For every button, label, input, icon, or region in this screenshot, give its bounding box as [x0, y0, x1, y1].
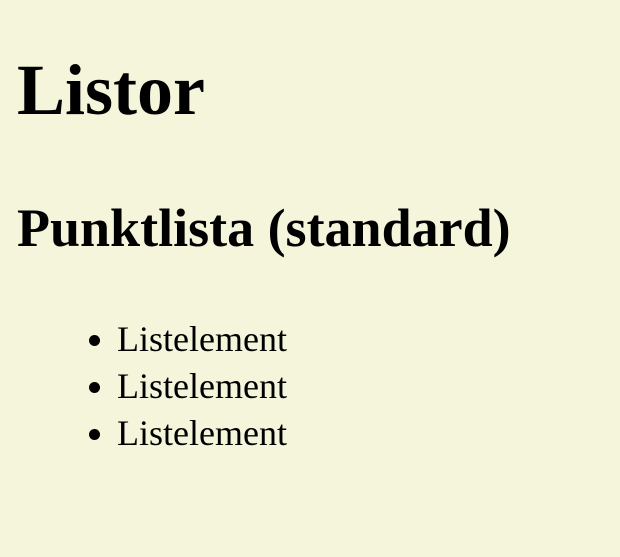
list-item: Listelement — [117, 363, 287, 410]
section-heading: Punktlista (standard) — [17, 198, 511, 258]
page: Listor Punktlista (standard) Listelement… — [0, 0, 620, 557]
list-item: Listelement — [117, 410, 287, 457]
list-item: Listelement — [117, 316, 287, 363]
page-title: Listor — [17, 50, 205, 130]
bullet-list: Listelement Listelement Listelement — [0, 316, 287, 457]
